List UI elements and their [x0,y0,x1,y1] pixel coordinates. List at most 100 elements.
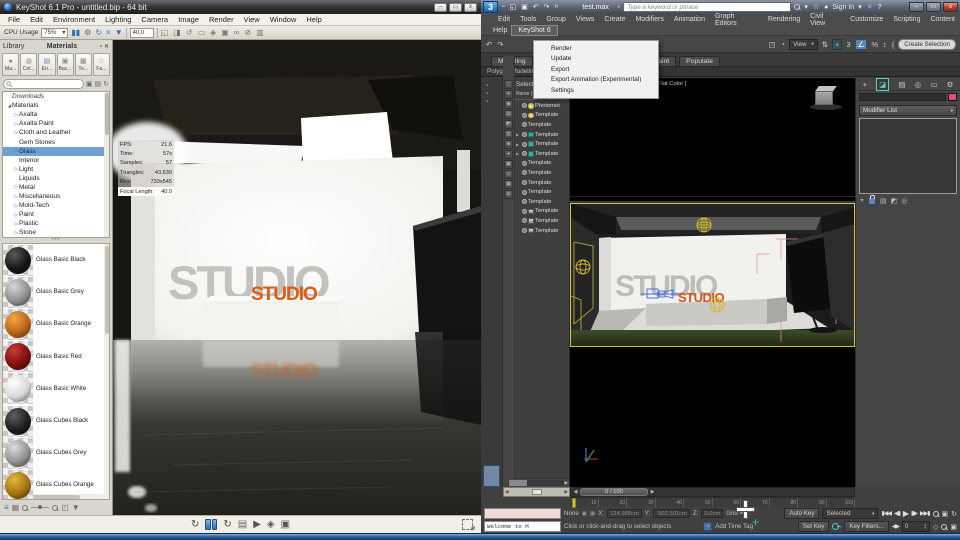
toolbar-icon[interactable]: ⚙ [84,28,91,38]
toolbar-icon[interactable]: ∠ [855,39,868,50]
menu-item[interactable]: Edit [25,15,48,24]
object-name-field[interactable] [859,93,946,101]
quick-access-icon[interactable]: ◱ [508,3,517,11]
close-panel-icon[interactable]: ✕ [104,43,109,50]
zoom-region-icon[interactable] [941,524,947,530]
max-logo-icon[interactable]: 3 [483,1,498,13]
material-item[interactable]: Glass Cubes Black [3,405,109,437]
frame-step-icons[interactable]: ◀▶ [892,523,899,530]
go-to-start-icon[interactable]: ▮◀◀ [881,510,891,517]
scene-object-row[interactable]: Template [516,120,569,130]
menu-item[interactable]: Graph Editors [710,13,763,27]
visibility-eye-icon[interactable] [522,209,527,214]
viewport-layout-tab[interactable] [483,465,500,487]
material-item[interactable]: Glass Cubes Grey [3,437,109,469]
materials-scrollbar[interactable] [104,244,109,499]
pin-stack-icon[interactable]: ⌖ [860,197,864,205]
set-keys-icon[interactable] [832,522,841,531]
library-tree-item[interactable]: Downloads [3,92,109,101]
thumbnail-size-slider[interactable] [31,507,49,508]
library-tab[interactable]: ◍ Col... [20,53,37,76]
library-tab[interactable]: ▦ Te... [75,53,92,76]
scene-object-row[interactable]: Template [516,187,569,197]
menu-item[interactable]: Views [571,16,600,23]
menu-item[interactable]: Render [204,15,239,24]
minimize-button[interactable]: – [434,3,447,12]
visibility-eye-icon[interactable] [522,151,527,156]
toolbar-icon[interactable]: ◨ [173,28,181,38]
cpu-usage-dropdown[interactable]: 75%▾ [41,28,68,38]
ribbon-tab[interactable]: Populate [679,56,720,66]
close-button[interactable]: x [464,3,477,12]
expand-arrow-icon[interactable]: ▶ [516,132,520,137]
view-mode-icon[interactable]: ≡ [4,503,9,513]
import-lib-icon[interactable]: ▼ [72,503,80,513]
library-tree-item[interactable]: Liquids [3,174,109,183]
scene-object-row[interactable]: Template [516,159,569,169]
explorer-tool-icon[interactable]: ◎ [504,170,513,179]
search-icon[interactable] [794,4,800,10]
pan-icon[interactable]: ◇ [933,523,938,531]
maxscript-listener-field[interactable]: Welcome to M [484,521,561,532]
footer-icon[interactable]: ◈ [267,519,275,531]
viewport-active[interactable]: STUDIO STUDIO [570,203,855,347]
toolbar-icon[interactable]: % [870,40,879,49]
explorer-tool-icon[interactable]: ✛ [504,90,513,99]
viewport-bottom[interactable] [570,347,855,487]
viewcube-widget[interactable] [814,86,840,112]
menu-item[interactable]: Group [541,16,570,23]
favorites-star-icon[interactable]: ☆ [812,3,820,11]
library-tab[interactable]: ▣ Bac... [57,53,74,76]
library-toggle-icon[interactable] [205,519,217,530]
auto-key-button[interactable]: Auto Key [784,508,819,519]
time-slider-thumb[interactable]: 0 / 100 [580,488,648,496]
menu-item[interactable]: File [3,15,25,24]
toolbar-icon[interactable]: ◱ [161,28,169,38]
y-coordinate-field[interactable]: -502,591cm [653,509,690,518]
scene-object-row[interactable]: Template [516,207,569,217]
quick-access-icon[interactable]: ↷ [543,3,551,11]
menu-item-help[interactable]: Help [493,27,507,34]
make-unique-icon[interactable]: ◩ [891,197,898,205]
command-tab-icon[interactable]: + [863,79,867,90]
library-tree-item[interactable]: Interior [3,156,109,165]
material-item[interactable]: Glass Basic Grey [3,276,109,308]
undo-icon[interactable]: ↶ [485,40,493,49]
search-options-icon[interactable]: ▾ [803,3,809,11]
user-icon[interactable]: ● [823,4,829,11]
scene-object-row[interactable]: Template [516,178,569,188]
toolbar-icon[interactable]: ↺ [186,28,193,38]
command-tab-icon[interactable]: ◪ [876,78,889,91]
scene-object-row[interactable]: Template [516,168,569,178]
exchange-icon[interactable]: ✕ [866,3,874,11]
library-tree-item[interactable]: ▷ Metal [3,183,109,192]
previous-key-icon[interactable]: ◀▮ [894,510,900,517]
macro-recorder-field[interactable] [484,508,561,519]
next-key-icon[interactable]: ▮▶ [911,510,917,517]
menu-item[interactable]: Create [599,16,630,23]
visibility-eye-icon[interactable] [522,170,527,175]
scene-object-row[interactable]: Template [516,226,569,236]
visibility-eye-icon[interactable] [522,122,527,127]
library-tree-item[interactable]: ▷ Axalta Paint [3,119,109,128]
dropdown-menu-item[interactable]: Update [534,54,658,65]
library-search-input[interactable] [3,79,84,89]
command-tab-icon[interactable]: ⚙ [947,79,954,90]
menu-item[interactable]: Customize [845,16,888,23]
toolbar-icon[interactable]: ◔ [780,40,787,49]
menu-item[interactable]: Content [925,16,960,23]
absolute-mode-icon[interactable]: ▦ [590,511,595,517]
scene-object-row[interactable]: ▶ Template [516,139,569,149]
float-panel-icon[interactable]: ▫ [99,43,101,50]
create-selection-set-field[interactable]: Create Selection [898,39,956,50]
expand-arrow-icon[interactable]: ▶ [516,151,520,156]
toolbar-icon[interactable]: ↕ [882,40,888,49]
track-bar[interactable]: 102030405060708090100 [570,497,855,507]
menu-item[interactable]: Edit [493,16,515,23]
quick-access-icon[interactable]: ▫ [501,3,505,11]
command-tab-icon[interactable]: ▭ [930,79,937,90]
library-tree-item[interactable]: ◢ Materials [3,101,109,110]
toolbar-icon[interactable]: ▥ [256,28,264,38]
library-action-icon[interactable]: ↻ [103,80,109,88]
visibility-eye-icon[interactable] [522,142,527,147]
